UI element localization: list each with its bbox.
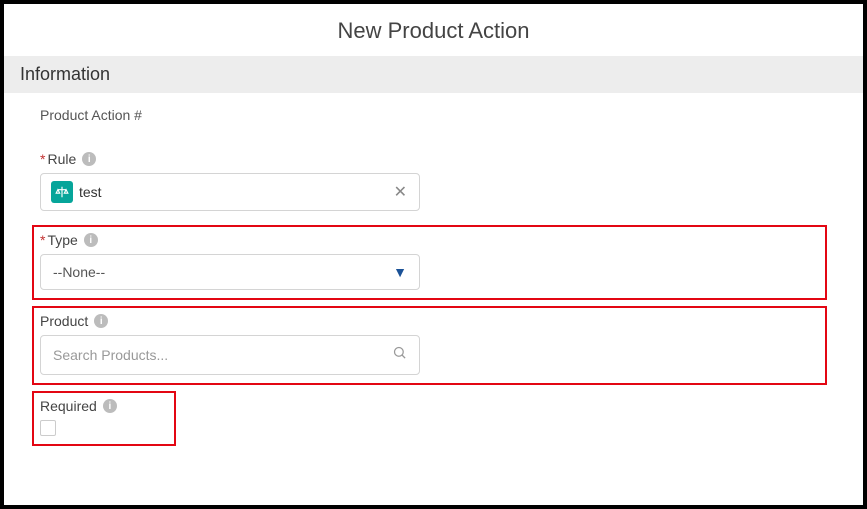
- required-checkbox[interactable]: [40, 420, 56, 436]
- rule-value: test: [79, 184, 102, 200]
- type-label: Type: [47, 232, 77, 248]
- product-highlight: Product i: [32, 306, 827, 385]
- required-label: Required: [40, 398, 97, 414]
- required-asterisk: *: [40, 232, 45, 248]
- type-selected-value: --None--: [53, 264, 105, 280]
- info-icon[interactable]: i: [94, 314, 108, 328]
- scales-icon: [51, 181, 73, 203]
- product-action-number-label: Product Action #: [40, 107, 827, 123]
- info-icon[interactable]: i: [84, 233, 98, 247]
- product-search-input[interactable]: [53, 347, 392, 363]
- rule-label: Rule: [47, 151, 76, 167]
- search-icon: [392, 345, 407, 365]
- clear-icon[interactable]: ✕: [390, 182, 411, 202]
- product-label: Product: [40, 313, 88, 329]
- rule-selected-pill: test: [49, 179, 104, 205]
- product-field-group: Product i: [40, 313, 420, 375]
- section-header-information: Information: [4, 56, 863, 93]
- product-search[interactable]: [40, 335, 420, 375]
- page-title: New Product Action: [4, 4, 863, 56]
- type-field-group: *Type i --None-- ▼: [40, 232, 420, 290]
- info-icon[interactable]: i: [103, 399, 117, 413]
- required-asterisk: *: [40, 151, 45, 167]
- chevron-down-icon: ▼: [393, 264, 407, 280]
- rule-lookup[interactable]: test ✕: [40, 173, 420, 211]
- type-highlight: *Type i --None-- ▼: [32, 225, 827, 300]
- required-highlight: Required i: [32, 391, 176, 446]
- type-select[interactable]: --None-- ▼: [40, 254, 420, 290]
- rule-field-group: *Rule i test ✕: [40, 151, 420, 211]
- info-icon[interactable]: i: [82, 152, 96, 166]
